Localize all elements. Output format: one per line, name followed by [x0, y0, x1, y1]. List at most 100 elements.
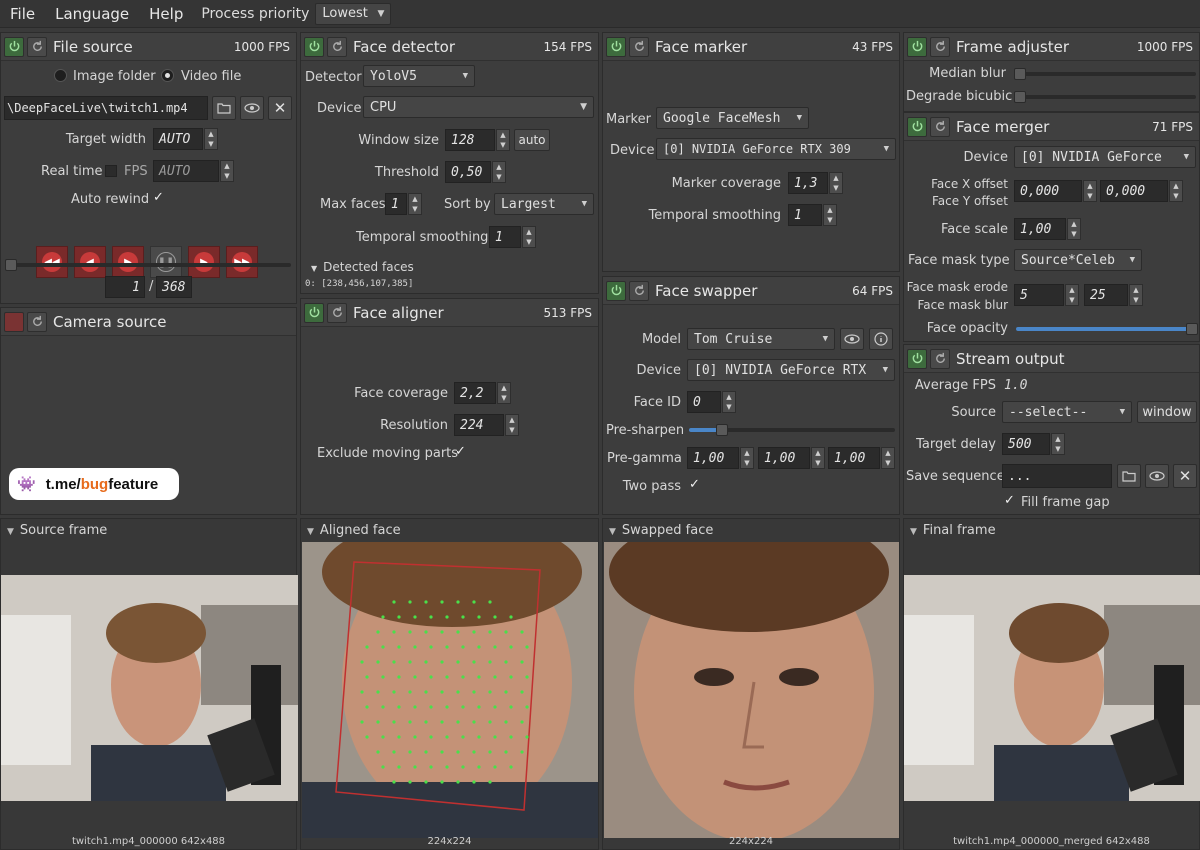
power-icon[interactable]: [304, 302, 324, 323]
fps-input[interactable]: AUTO: [153, 160, 219, 182]
threshold-stepper[interactable]: ▲ ▼: [492, 161, 506, 183]
marker-coverage-input[interactable]: 1,3: [788, 172, 828, 194]
face-id-stepper[interactable]: ▲ ▼: [722, 391, 736, 413]
target-width-input[interactable]: AUTO: [153, 128, 203, 150]
menu-help[interactable]: Help: [139, 5, 193, 23]
max-faces-input[interactable]: 1: [385, 193, 407, 215]
temporal-smoothing-stepper[interactable]: ▲ ▼: [522, 226, 536, 248]
marker-temporal-stepper[interactable]: ▲ ▼: [823, 204, 837, 226]
reload-icon[interactable]: [930, 116, 950, 137]
play-button[interactable]: ▶: [112, 246, 144, 278]
power-icon[interactable]: [304, 36, 324, 57]
window-size-auto-button[interactable]: auto: [514, 129, 550, 151]
image-folder-radio[interactable]: [54, 69, 67, 82]
pre-gamma-r-stepper[interactable]: ▲ ▼: [740, 447, 754, 469]
face-opacity-handle[interactable]: [1186, 323, 1198, 335]
fill-frame-gap-checkbox[interactable]: ✓: [1004, 493, 1015, 508]
max-faces-stepper[interactable]: ▲ ▼: [408, 193, 422, 215]
marker-coverage-stepper[interactable]: ▲ ▼: [829, 172, 843, 194]
window-size-input[interactable]: 128: [445, 129, 495, 151]
power-icon[interactable]: [907, 116, 927, 137]
pre-gamma-r-input[interactable]: 1,00: [687, 447, 739, 469]
auto-rewind-checkbox[interactable]: ✓: [153, 190, 164, 205]
pre-gamma-b-stepper[interactable]: ▲ ▼: [881, 447, 895, 469]
reload-icon[interactable]: [327, 302, 347, 323]
face-scale-input[interactable]: 1,00: [1014, 218, 1066, 240]
video-file-radio[interactable]: [161, 69, 174, 82]
target-width-stepper[interactable]: ▲ ▼: [204, 128, 218, 150]
reload-icon[interactable]: [930, 36, 950, 57]
temporal-smoothing-input[interactable]: 1: [489, 226, 521, 248]
pre-gamma-g-stepper[interactable]: ▲ ▼: [811, 447, 825, 469]
save-sequence-input[interactable]: ...: [1002, 464, 1112, 488]
eye-icon[interactable]: [240, 96, 264, 120]
face-coverage-input[interactable]: 2,2: [454, 382, 496, 404]
detector-select[interactable]: YoloV5 ▼: [363, 65, 475, 87]
power-icon[interactable]: [606, 280, 626, 301]
pre-gamma-g-input[interactable]: 1,00: [758, 447, 810, 469]
telegram-badge[interactable]: 👾 t.me/bug feature: [9, 468, 179, 500]
marker-select[interactable]: Google FaceMesh ▼: [656, 107, 809, 129]
reload-icon[interactable]: [27, 36, 47, 57]
two-pass-checkbox[interactable]: ✓: [689, 477, 700, 492]
pre-gamma-b-input[interactable]: 1,00: [828, 447, 880, 469]
power-icon[interactable]: [907, 348, 927, 369]
face-x-offset-input[interactable]: 0,000: [1014, 180, 1082, 202]
timeline-handle[interactable]: [5, 259, 17, 271]
reload-icon[interactable]: [629, 36, 649, 57]
degrade-bicubic-track[interactable]: [1016, 95, 1196, 99]
median-blur-track[interactable]: [1016, 72, 1196, 76]
face-mask-blur-input[interactable]: 25: [1084, 284, 1128, 306]
next-frame-button[interactable]: ▶: [188, 246, 220, 278]
eye-icon[interactable]: [1145, 464, 1169, 488]
target-delay-stepper[interactable]: ▲ ▼: [1051, 433, 1065, 455]
menu-language[interactable]: Language: [45, 5, 139, 23]
exclude-moving-parts-checkbox[interactable]: ✓: [455, 444, 466, 459]
median-blur-handle[interactable]: [1014, 68, 1026, 80]
model-select[interactable]: Tom Cruise ▼: [687, 328, 835, 350]
target-delay-input[interactable]: 500: [1002, 433, 1050, 455]
face-coverage-stepper[interactable]: ▲ ▼: [497, 382, 511, 404]
threshold-input[interactable]: 0,50: [445, 161, 491, 183]
folder-icon[interactable]: [212, 96, 236, 120]
eye-icon[interactable]: [840, 328, 864, 350]
fps-stepper[interactable]: ▲ ▼: [220, 160, 234, 182]
first-frame-button[interactable]: ◀◀: [36, 246, 68, 278]
prev-frame-button[interactable]: ◀: [74, 246, 106, 278]
power-icon[interactable]: [4, 36, 24, 57]
video-path-input[interactable]: \DeepFaceLive\twitch1.mp4: [4, 96, 208, 120]
face-mask-type-select[interactable]: Source*Celeb ▼: [1014, 249, 1142, 271]
face-y-offset-input[interactable]: 0,000: [1100, 180, 1168, 202]
info-icon[interactable]: [869, 328, 893, 350]
device-select[interactable]: CPU ▼: [363, 96, 594, 118]
window-size-stepper[interactable]: ▲ ▼: [496, 129, 510, 151]
reload-icon[interactable]: [27, 311, 47, 332]
folder-icon[interactable]: [1117, 464, 1141, 488]
last-frame-button[interactable]: ▶▶: [226, 246, 258, 278]
timeline-track[interactable]: [9, 263, 291, 267]
window-button[interactable]: window: [1137, 401, 1197, 423]
reload-icon[interactable]: [327, 36, 347, 57]
pause-button[interactable]: ❚❚: [150, 246, 182, 278]
power-icon[interactable]: [907, 36, 927, 57]
merger-device-select[interactable]: [0] NVIDIA GeForce ▼: [1014, 146, 1196, 168]
degrade-bicubic-handle[interactable]: [1014, 91, 1026, 103]
face-mask-erode-stepper[interactable]: ▲ ▼: [1065, 284, 1079, 306]
power-icon[interactable]: [4, 311, 24, 332]
resolution-input[interactable]: 224: [454, 414, 504, 436]
source-select[interactable]: --select-- ▼: [1002, 401, 1132, 423]
frame-current-input[interactable]: 1: [105, 276, 145, 298]
face-mask-blur-stepper[interactable]: ▲ ▼: [1129, 284, 1143, 306]
real-time-checkbox[interactable]: [105, 165, 117, 177]
reload-icon[interactable]: [930, 348, 950, 369]
marker-temporal-input[interactable]: 1: [788, 204, 822, 226]
power-icon[interactable]: [606, 36, 626, 57]
face-mask-erode-input[interactable]: 5: [1014, 284, 1064, 306]
menu-file[interactable]: File: [0, 5, 45, 23]
marker-device-select[interactable]: [0] NVIDIA GeForce RTX 309 ▼: [656, 138, 896, 160]
process-priority-select[interactable]: Lowest ▼: [315, 2, 392, 25]
reload-icon[interactable]: [629, 280, 649, 301]
close-icon[interactable]: ✕: [1173, 464, 1197, 488]
resolution-stepper[interactable]: ▲ ▼: [505, 414, 519, 436]
sort-by-select[interactable]: Largest ▼: [494, 193, 594, 215]
